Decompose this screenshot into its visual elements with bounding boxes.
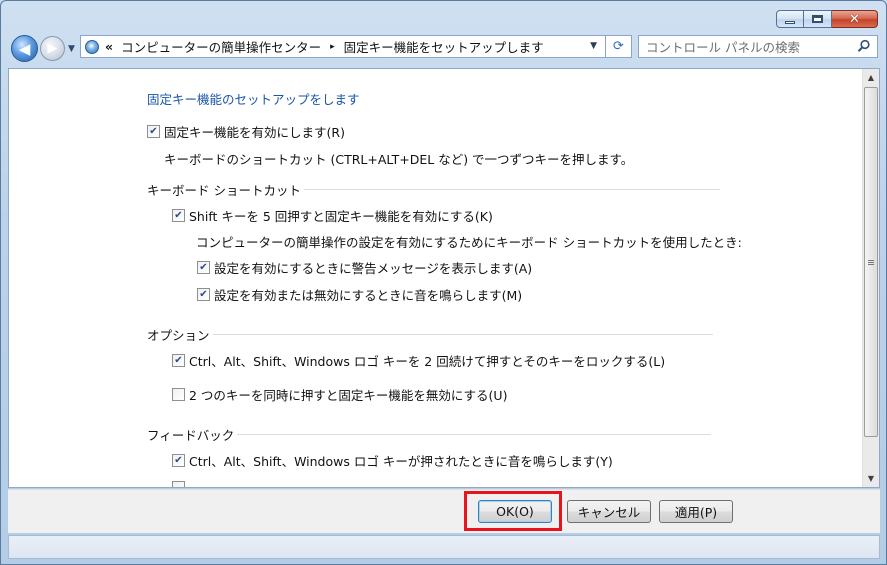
- back-button[interactable]: ◀: [11, 35, 38, 62]
- group-options: オプション: [147, 325, 713, 344]
- scroll-up-button[interactable]: ▲: [863, 69, 879, 86]
- window-frame: ✕ ◀ ▶ ▼ « コンピューターの簡単操作センター ▸ 固定キー機能をセットア…: [0, 0, 887, 565]
- search-placeholder: コントロール パネルの検索: [646, 40, 800, 55]
- group-divider: [237, 434, 712, 435]
- enable-sticky-keys-checkbox[interactable]: ✔ 固定キー機能を有効にします(R): [147, 122, 345, 141]
- shift5-checkbox[interactable]: ✔ Shift キーを 5 回押すと固定キー機能を有効にする(K): [172, 206, 493, 225]
- checkbox-label[interactable]: Ctrl、Alt、Shift、Windows ロゴ キーが押されたときに音を鳴ら…: [189, 451, 613, 470]
- checkbox-icon[interactable]: ✔: [172, 454, 185, 467]
- cancel-button[interactable]: キャンセル: [567, 500, 651, 523]
- checkbox-icon: [172, 481, 185, 487]
- breadcrumb-item[interactable]: コンピューターの簡単操作センター: [121, 37, 321, 56]
- checkbox-icon[interactable]: ✔: [172, 354, 185, 367]
- check-icon: ✔: [174, 454, 183, 466]
- control-panel-icon: [85, 39, 99, 54]
- caption-buttons: ✕: [776, 10, 878, 28]
- grip-icon: [868, 259, 874, 265]
- chevron-down-icon: ▼: [68, 44, 75, 54]
- check-icon: ✔: [199, 288, 208, 300]
- checkbox-label[interactable]: 設定を有効または無効にするときに音を鳴らします(M): [214, 285, 522, 304]
- search-icon[interactable]: [857, 39, 871, 53]
- check-icon: ✔: [174, 209, 183, 221]
- checkbox-label[interactable]: Ctrl、Alt、Shift、Windows ロゴ キーを 2 回続けて押すとそ…: [189, 351, 665, 370]
- forward-arrow-icon: ▶: [47, 41, 58, 56]
- group-feedback: フィードバック: [147, 425, 712, 444]
- checkbox-label[interactable]: 固定キー機能を有効にします(R): [164, 122, 345, 141]
- close-icon: ✕: [849, 11, 860, 27]
- content-panel: 固定キー機能のセットアップをします ✔ 固定キー機能を有効にします(R) キーボ…: [8, 68, 880, 488]
- checkbox-icon[interactable]: ✔: [197, 288, 210, 301]
- close-button[interactable]: ✕: [832, 10, 878, 28]
- breadcrumb-item[interactable]: 固定キー機能をセットアップします: [344, 37, 544, 56]
- breadcrumb-overflow[interactable]: «: [105, 39, 113, 54]
- minimize-icon: [785, 20, 795, 24]
- maximize-icon: [812, 15, 823, 23]
- beep-checkbox[interactable]: ✔ Ctrl、Alt、Shift、Windows ロゴ キーが押されたときに音を…: [172, 451, 613, 470]
- group-divider: [212, 334, 713, 335]
- checkbox-icon[interactable]: ✔: [172, 209, 185, 222]
- refresh-button[interactable]: ⟳: [606, 35, 632, 58]
- checkbox-icon[interactable]: ✔: [147, 125, 160, 138]
- ok-highlight-box: [464, 491, 562, 531]
- checkbox-label[interactable]: 設定を有効にするときに警告メッセージを表示します(A): [214, 258, 532, 277]
- arrow-down-icon: ▼: [867, 474, 875, 483]
- warning-message-checkbox[interactable]: ✔ 設定を有効にするときに警告メッセージを表示します(A): [197, 258, 532, 277]
- button-bar: OK(O) キャンセル 適用(P): [8, 489, 880, 533]
- checkbox-icon[interactable]: ✔: [197, 261, 210, 274]
- group-keyboard-shortcut: キーボード ショートカット: [147, 180, 720, 199]
- back-arrow-icon: ◀: [18, 39, 31, 58]
- shortcut-description: コンピューターの簡単操作の設定を有効にするためにキーボード ショートカットを使用…: [196, 235, 742, 250]
- history-dropdown[interactable]: ▼: [68, 44, 75, 54]
- group-heading: フィードバック: [147, 428, 235, 443]
- group-heading: キーボード ショートカット: [147, 183, 301, 198]
- group-divider: [303, 189, 720, 190]
- arrow-up-icon: ▲: [867, 73, 875, 82]
- check-icon: ✔: [149, 125, 158, 137]
- refresh-icon: ⟳: [613, 39, 624, 54]
- enable-sticky-description: キーボードのショートカット (CTRL+ALT+DEL など) で一つずつキーを…: [164, 152, 634, 167]
- cutoff-row: [172, 481, 189, 487]
- maximize-button[interactable]: [804, 10, 832, 28]
- breadcrumb-separator-icon[interactable]: ▸: [330, 42, 335, 52]
- check-icon: ✔: [199, 261, 208, 273]
- address-dropdown-icon[interactable]: ▼: [590, 41, 597, 51]
- group-heading: オプション: [147, 328, 210, 343]
- scroll-down-button[interactable]: ▼: [863, 470, 879, 487]
- status-bar: [8, 535, 880, 559]
- vertical-scrollbar[interactable]: ▲ ▼: [862, 69, 879, 487]
- checkbox-label[interactable]: 2 つのキーを同時に押すと固定キー機能を無効にする(U): [189, 385, 507, 404]
- sound-toggle-checkbox[interactable]: ✔ 設定を有効または無効にするときに音を鳴らします(M): [197, 285, 522, 304]
- checkbox-label[interactable]: Shift キーを 5 回押すと固定キー機能を有効にする(K): [189, 206, 493, 225]
- forward-button[interactable]: ▶: [40, 36, 65, 61]
- check-icon: ✔: [174, 354, 183, 366]
- disable-two-keys-checkbox[interactable]: 2 つのキーを同時に押すと固定キー機能を無効にする(U): [172, 385, 507, 404]
- minimize-button[interactable]: [776, 10, 804, 28]
- lock-modifier-checkbox[interactable]: ✔ Ctrl、Alt、Shift、Windows ロゴ キーを 2 回続けて押す…: [172, 351, 665, 370]
- checkbox-icon[interactable]: [172, 388, 185, 401]
- address-bar[interactable]: « コンピューターの簡単操作センター ▸ 固定キー機能をセットアップします ▼: [80, 35, 606, 58]
- apply-button[interactable]: 適用(P): [659, 500, 733, 523]
- scrollbar-thumb[interactable]: [864, 87, 878, 437]
- search-input[interactable]: コントロール パネルの検索: [638, 35, 878, 58]
- page-title: 固定キー機能のセットアップをします: [147, 92, 360, 107]
